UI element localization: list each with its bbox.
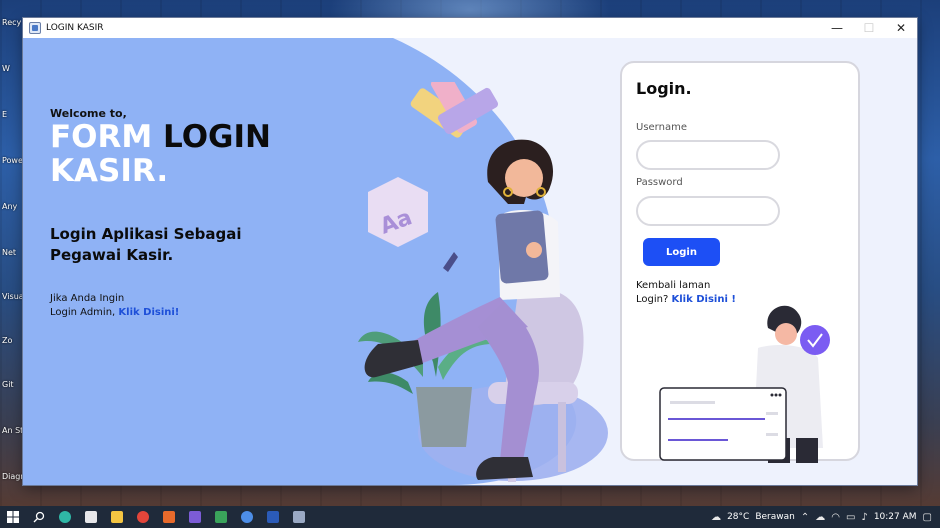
system-tray: ☁ 28°C Berawan ⌃ ☁ ◠ ▭ ♪ 10:27 AM ▢ [711,506,940,528]
cloud-icon: ☁ [711,511,722,523]
store-icon [85,511,97,523]
admin-note-line2: Login Admin, [50,307,116,318]
desktop-icon-label[interactable]: Diagr [2,472,24,481]
title-word-login: LOGIN [163,119,271,155]
app-purple-button[interactable] [182,506,208,528]
check-badge-icon [800,325,830,355]
start-button[interactable] [0,506,26,528]
close-button[interactable]: ✕ [885,18,917,38]
file-explorer-button[interactable] [104,506,130,528]
title-bar[interactable]: LOGIN KASIR — ☐ ✕ [23,18,917,38]
volume-icon[interactable]: ♪ [861,512,867,523]
login-card-title: Login. [636,79,692,98]
search-icon [33,511,45,523]
java-app-button[interactable] [286,506,312,528]
onedrive-icon[interactable]: ☁ [815,512,825,523]
app-colorful-icon [215,511,227,523]
search-button[interactable] [26,506,52,528]
desktop-icon-label[interactable]: E [2,110,7,119]
weather-temp[interactable]: 28°C [727,512,749,522]
clock[interactable]: 10:27 AM [874,512,917,522]
desktop-icon-label[interactable]: Any [2,202,17,211]
taskbar: ☁ 28°C Berawan ⌃ ☁ ◠ ▭ ♪ 10:27 AM ▢ [0,506,940,528]
folder-icon [111,511,123,523]
username-label: Username [636,122,687,133]
desktop-icon-label[interactable]: Recy [2,18,21,27]
java-app-icon [29,22,41,34]
title-word-form: FORM [50,119,153,155]
font-cube-illustration: Aa [368,177,428,247]
chrome-icon [241,511,253,523]
notification-icon[interactable]: ▢ [923,512,932,523]
color-swatch-illustration [410,82,499,138]
form-title: FORM LOGIN KASIR. [50,120,271,188]
window-title: LOGIN KASIR [46,23,104,33]
desktop-icon-label[interactable]: Git [2,380,14,389]
chevron-up-icon[interactable]: ⌃ [801,512,809,523]
app-colorful-button[interactable] [208,506,234,528]
desktop-icon-label[interactable]: An St [2,426,23,435]
chrome-2-button[interactable] [234,506,260,528]
admin-note-line1: Jika Anda Ingin [50,293,125,304]
edge-icon [59,511,71,523]
password-label: Password [636,177,683,188]
app-orange-icon [163,511,175,523]
checklist-card [659,387,787,461]
java-app-icon [293,511,305,523]
maximize-button: ☐ [863,21,875,35]
username-input[interactable] [636,140,780,170]
desktop-icon-label[interactable]: Zo [2,336,12,345]
woman-on-chair-illustration: Aa [358,82,584,482]
minimize-button[interactable]: — [821,18,853,38]
title-word-kasir: KASIR. [50,153,169,189]
subtitle: Login Aplikasi Sebagai Pegawai Kasir. [50,225,242,264]
desktop-icon-label[interactable]: Net [2,248,16,257]
chrome-button[interactable] [130,506,156,528]
battery-icon[interactable]: ▭ [846,512,855,523]
login-card: Login. Username Password Login Kembali l… [620,61,860,463]
window-controls: — ☐ ✕ [821,18,917,38]
word-button[interactable] [260,506,286,528]
admin-login-link[interactable]: Klik Disini! [118,307,179,318]
weather-text[interactable]: Berawan [755,512,795,522]
chrome-icon [137,511,149,523]
login-button[interactable]: Login [643,238,720,266]
man-checklist-illustration [659,305,830,463]
desktop-icon-label[interactable]: W [2,64,10,73]
desktop-icon-label[interactable]: Powe [2,156,23,165]
windows-logo-icon [7,511,19,523]
app-orange-button[interactable] [156,506,182,528]
password-input[interactable] [636,196,780,226]
store-button[interactable] [78,506,104,528]
wifi-icon[interactable]: ◠ [831,512,840,523]
window-content: Welcome to, FORM LOGIN KASIR. Login Apli… [23,38,917,485]
login-kasir-window: LOGIN KASIR — ☐ ✕ Welcome to, FORM LOGIN… [23,18,917,485]
admin-login-note: Jika Anda Ingin Login Admin, Klik Disini… [50,292,179,320]
edge-browser-button[interactable] [52,506,78,528]
word-icon [267,511,279,523]
app-purple-icon [189,511,201,523]
